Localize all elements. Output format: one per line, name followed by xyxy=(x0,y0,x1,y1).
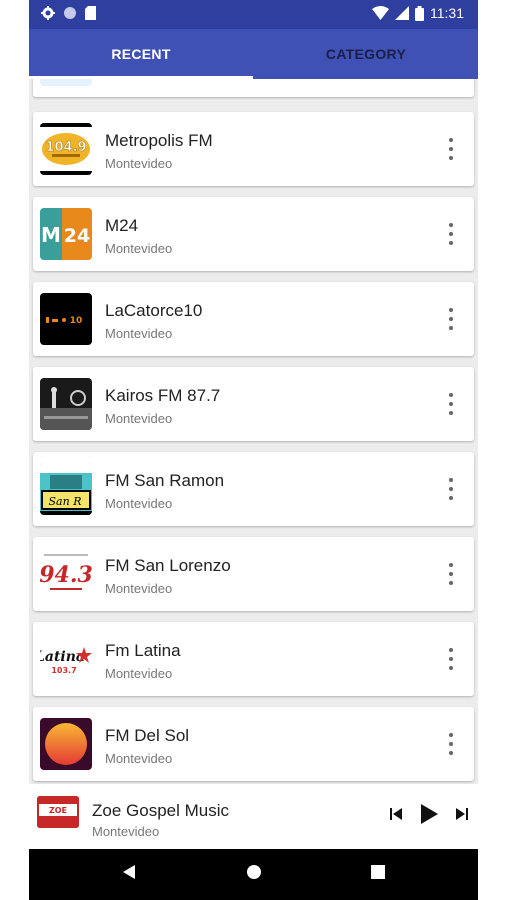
more-vert-icon[interactable] xyxy=(446,308,456,330)
station-city: Montevideo xyxy=(105,496,173,511)
san-ramon-logo: San R xyxy=(40,463,92,515)
lacatorce10-logo: 10 xyxy=(40,293,92,345)
station-name: Fm Latina xyxy=(105,641,181,660)
svg-text:Latina: Latina xyxy=(40,649,85,665)
more-vert-icon[interactable] xyxy=(446,563,456,585)
now-playing-subtitle: Montevideo xyxy=(92,824,160,839)
station-name: Metropolis FM xyxy=(105,131,213,150)
station-name: M24 xyxy=(105,216,139,235)
status-time: 11:31 xyxy=(430,5,464,21)
station-city: Montevideo xyxy=(105,411,173,426)
del-sol-logo xyxy=(40,718,92,770)
more-vert-icon[interactable] xyxy=(446,478,456,500)
svg-text:104.9: 104.9 xyxy=(45,140,86,155)
now-playing-title: Zoe Gospel Music xyxy=(92,801,229,820)
sim-icon xyxy=(85,6,96,20)
svg-text:24: 24 xyxy=(64,225,90,247)
home-icon[interactable] xyxy=(246,864,262,880)
list-item[interactable]: San R FM San Ramon Montevideo xyxy=(33,452,474,526)
list-item[interactable]: 94.3 FM San Lorenzo Montevideo xyxy=(33,537,474,611)
more-vert-icon[interactable] xyxy=(446,393,456,415)
more-vert-icon[interactable] xyxy=(446,223,456,245)
now-playing-bar[interactable]: ZOE Zoe Gospel Music Montevideo xyxy=(29,784,478,849)
station-name: LaCatorce10 xyxy=(105,301,203,320)
station-city: Montevideo xyxy=(105,751,173,766)
skip-previous-icon[interactable] xyxy=(388,806,404,822)
m24-logo: M 24 xyxy=(40,208,92,260)
play-icon[interactable] xyxy=(418,802,440,826)
tab-recent[interactable]: RECENT xyxy=(29,29,253,79)
circle-icon xyxy=(64,7,76,19)
tab-bar: RECENT CATEGORY xyxy=(29,29,478,79)
list-item[interactable]: FM Del Sol Montevideo xyxy=(33,707,474,781)
recents-icon[interactable] xyxy=(371,864,385,880)
station-city: Montevideo xyxy=(105,326,173,341)
kairos-logo xyxy=(40,378,92,430)
station-list[interactable]: 104.9 Metropolis FM Montevideo M 24 M24 … xyxy=(29,79,478,784)
more-vert-icon[interactable] xyxy=(446,138,456,160)
now-playing-logo: ZOE xyxy=(37,796,79,828)
metropolis-logo: 104.9 xyxy=(40,123,92,175)
tab-category[interactable]: CATEGORY xyxy=(254,29,478,79)
status-left-icons xyxy=(41,6,96,20)
status-bar: 11:31 xyxy=(29,0,478,29)
wifi-icon xyxy=(372,6,389,20)
svg-text:M: M xyxy=(41,223,61,247)
list-item[interactable]: Kairos FM 87.7 Montevideo xyxy=(33,367,474,441)
svg-text:94.3: 94.3 xyxy=(40,562,92,588)
svg-text:San R: San R xyxy=(49,495,82,508)
skip-next-icon[interactable] xyxy=(454,806,470,822)
more-vert-icon[interactable] xyxy=(446,648,456,670)
station-city: Montevideo xyxy=(105,581,173,596)
station-name: FM Del Sol xyxy=(105,726,190,745)
status-right: 11:31 xyxy=(372,5,464,21)
latina-logo: Latina 103.7 xyxy=(40,633,92,685)
san-lorenzo-logo: 94.3 xyxy=(40,548,92,600)
station-name: Kairos FM 87.7 xyxy=(105,386,221,405)
list-item[interactable]: M 24 M24 Montevideo xyxy=(33,197,474,271)
gear-icon xyxy=(41,6,55,20)
phone-screen: 11:31 RECENT CATEGORY 104.9 Metropolis F… xyxy=(29,0,478,900)
svg-text:103.7: 103.7 xyxy=(51,666,76,675)
station-name: FM San Ramon xyxy=(105,471,225,490)
list-item[interactable]: Latina 103.7 Fm Latina Montevideo xyxy=(33,622,474,696)
signal-icon xyxy=(395,6,409,20)
list-item[interactable]: 10 LaCatorce10 Montevideo xyxy=(33,282,474,356)
station-city: Montevideo xyxy=(105,156,173,171)
more-vert-icon[interactable] xyxy=(446,733,456,755)
back-icon[interactable] xyxy=(122,864,136,880)
svg-text:10: 10 xyxy=(70,316,83,326)
station-name: FM San Lorenzo xyxy=(105,556,231,575)
list-item-partial[interactable] xyxy=(33,79,474,97)
partial-logo xyxy=(40,79,92,86)
list-item[interactable]: 104.9 Metropolis FM Montevideo xyxy=(33,112,474,186)
battery-icon xyxy=(415,5,424,21)
player-controls xyxy=(388,802,470,826)
system-nav-bar xyxy=(29,849,478,900)
station-city: Montevideo xyxy=(105,241,173,256)
station-city: Montevideo xyxy=(105,666,173,681)
svg-text:ZOE: ZOE xyxy=(49,806,67,815)
